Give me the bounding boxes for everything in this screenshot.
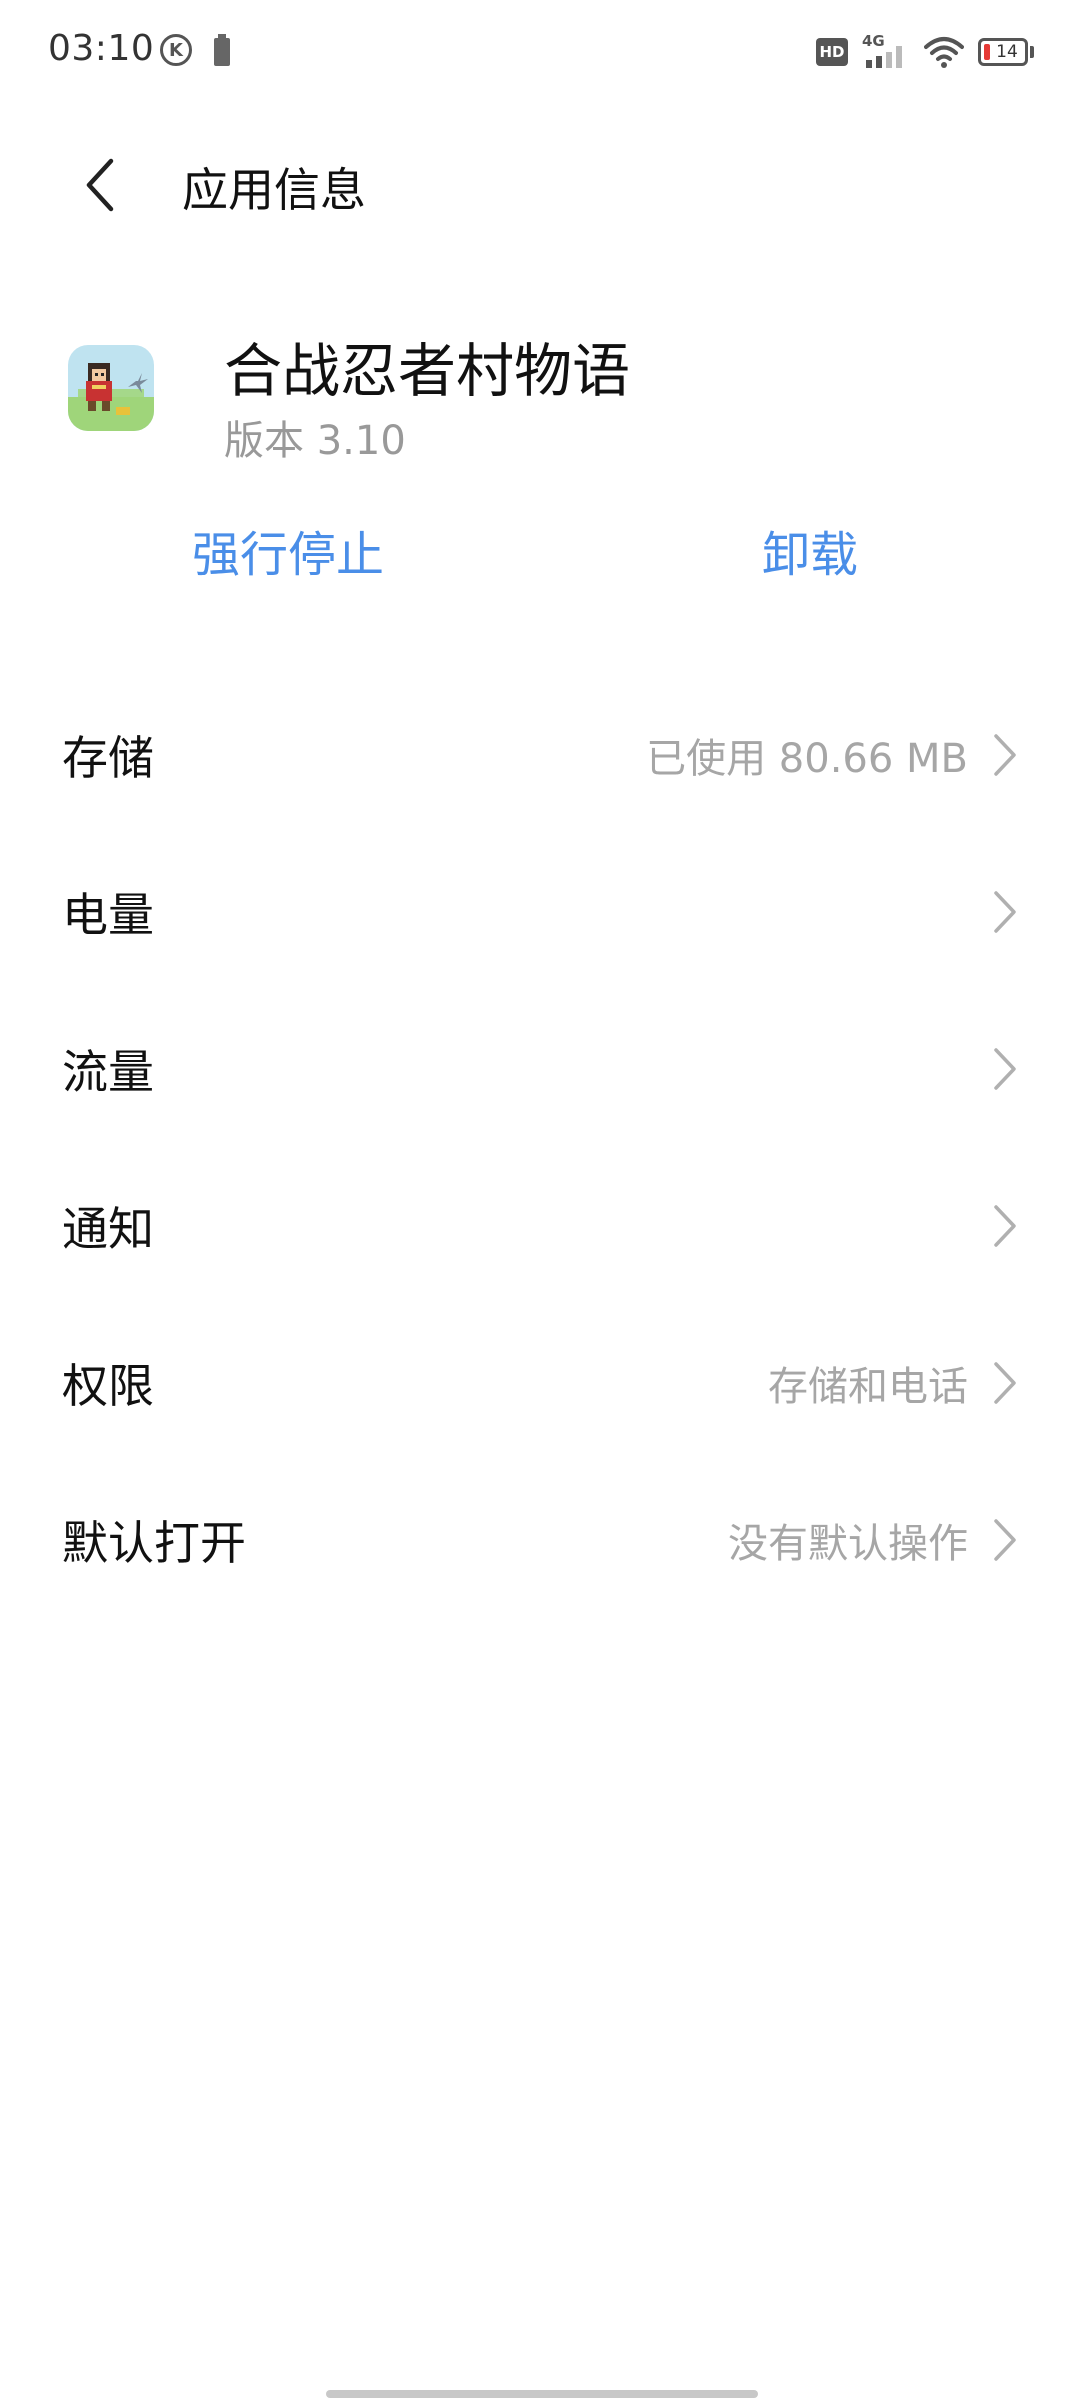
permissions-row[interactable]: 权限 存储和电话: [0, 1304, 1080, 1461]
network-type: 4G: [862, 32, 885, 50]
wifi-icon: [924, 37, 964, 68]
row-label: 默认打开: [62, 1515, 246, 1570]
chevron-right-icon: [994, 733, 1016, 776]
row-label: 电量: [62, 887, 154, 942]
row-label: 通知: [62, 1201, 154, 1256]
chevron-right-icon: [994, 1518, 1016, 1561]
row-label: 权限: [62, 1358, 154, 1413]
page-title: 应用信息: [182, 163, 366, 217]
chevron-right-icon: [994, 1361, 1016, 1404]
header: 应用信息: [0, 140, 1080, 230]
sim-card-icon: [214, 34, 230, 66]
settings-list: 存储 已使用 80.66 MB 电量 流量 通知 权限 存储和电话 默认打开 没…: [0, 676, 1080, 1618]
status-bar: 03:10 K HD 4G 14: [0, 0, 1080, 100]
k-badge-icon: K: [160, 34, 192, 66]
storage-row[interactable]: 存储 已使用 80.66 MB: [0, 676, 1080, 833]
chevron-right-icon: [994, 890, 1016, 933]
uninstall-button[interactable]: 卸载: [762, 515, 858, 585]
app-name: 合战忍者村物语: [224, 337, 631, 405]
notifications-row[interactable]: 通知: [0, 1147, 1080, 1304]
back-arrow-icon: [86, 158, 114, 212]
force-stop-button[interactable]: 强行停止: [192, 515, 384, 585]
signal-icon: 4G: [862, 32, 902, 68]
battery-usage-row[interactable]: 电量: [0, 833, 1080, 990]
battery-level: 14: [996, 42, 1018, 62]
hd-icon: HD: [816, 38, 848, 66]
home-indicator[interactable]: [326, 2390, 758, 2398]
row-value: 存储和电话: [768, 1363, 968, 1410]
app-version: 版本 3.10: [224, 418, 406, 464]
row-value: 已使用 80.66 MB: [646, 735, 968, 782]
data-usage-row[interactable]: 流量: [0, 990, 1080, 1147]
app-icon: [68, 345, 154, 431]
battery-icon: 14: [978, 38, 1034, 66]
row-label: 存储: [62, 730, 154, 785]
status-time: 03:10: [48, 28, 155, 69]
open-by-default-row[interactable]: 默认打开 没有默认操作: [0, 1461, 1080, 1618]
back-button[interactable]: [66, 150, 136, 220]
row-label: 流量: [62, 1044, 154, 1099]
chevron-right-icon: [994, 1047, 1016, 1090]
row-value: 没有默认操作: [728, 1520, 968, 1567]
app-info-screen: 03:10 K HD 4G 14 应用信息 合战忍者村物语 版本 3.10 强行…: [0, 0, 1080, 2400]
status-icons: HD 4G 14: [816, 32, 1034, 72]
chevron-right-icon: [994, 1204, 1016, 1247]
